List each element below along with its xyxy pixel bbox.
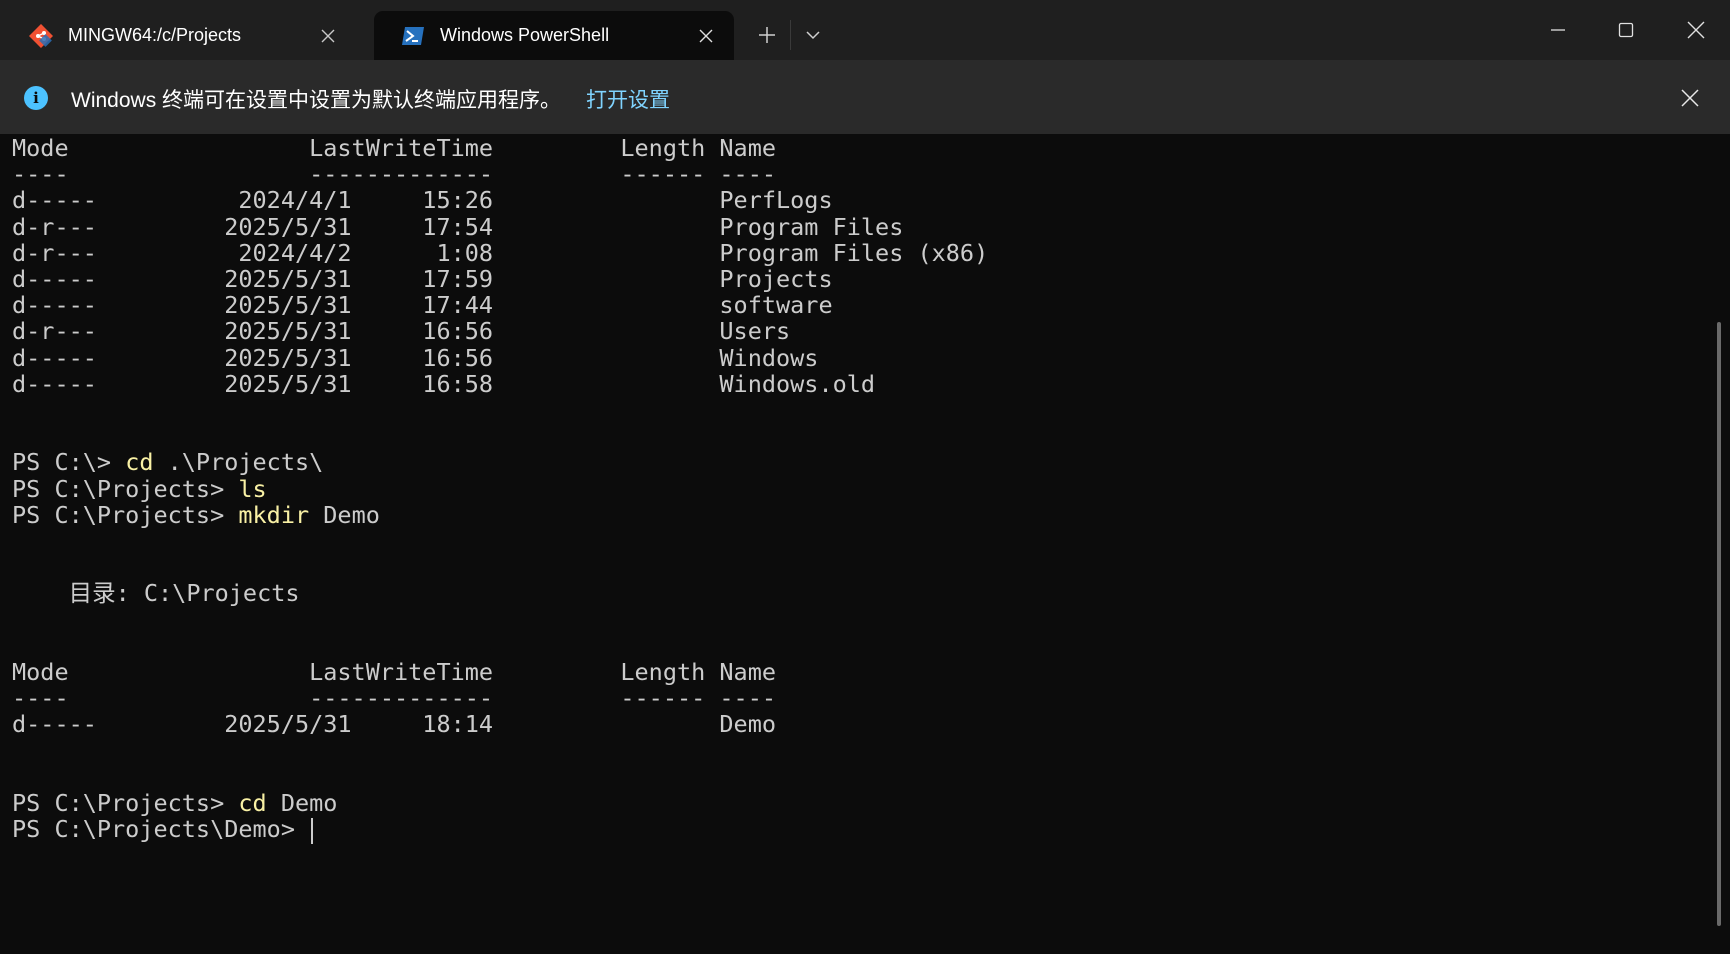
title-bar: MINGW64:/c/Projects Windows PowerShell <box>0 0 1730 61</box>
tab-windows-powershell[interactable]: Windows PowerShell <box>374 11 734 60</box>
terminal-output-line: d-r--- 2025/5/31 16:56 Users <box>12 317 791 346</box>
command: cd <box>125 448 154 477</box>
info-bar: i Windows 终端可在设置中设置为默认终端应用程序。 打开设置 <box>0 60 1730 134</box>
minimize-icon[interactable] <box>1532 8 1584 52</box>
powershell-icon <box>400 23 426 49</box>
close-infobar-icon[interactable] <box>1674 82 1706 114</box>
info-icon: i <box>24 86 48 110</box>
terminal-output-line: d----- 2025/5/31 16:56 Windows <box>12 343 819 372</box>
command-args: Demo <box>266 789 338 817</box>
new-tab-plus-icon[interactable] <box>748 18 786 52</box>
scrollbar[interactable] <box>1717 322 1721 926</box>
prompt: PS C:\Projects> <box>12 500 239 529</box>
text-cursor <box>311 817 314 844</box>
command: cd <box>238 789 267 817</box>
terminal-prompt-line: PS C:\Projects> cd Demo <box>12 789 337 817</box>
prompt: PS C:\Projects> <box>12 789 239 817</box>
maximize-icon[interactable] <box>1600 8 1652 52</box>
prompt: PS C:\> <box>12 448 126 477</box>
command: mkdir <box>238 500 310 529</box>
command-args: Demo <box>309 500 380 529</box>
close-tab-powershell-icon[interactable] <box>692 22 720 50</box>
terminal-output-line: Mode LastWriteTime Length Name <box>12 658 777 686</box>
terminal-output-line: ---- ------------- ------ ---- <box>12 160 777 189</box>
close-window-icon[interactable] <box>1670 8 1722 52</box>
open-settings-link[interactable]: 打开设置 <box>586 84 670 114</box>
terminal-output-line: ---- ------------- ------ ---- <box>12 684 777 713</box>
info-message: Windows 终端可在设置中设置为默认终端应用程序。 <box>71 89 562 112</box>
terminal-output-line: d-r--- 2025/5/31 17:54 Program Files <box>12 212 904 241</box>
terminal-output[interactable]: Mode LastWriteTime Length Name ---- -----… <box>0 134 1715 954</box>
tab-separator <box>790 20 791 50</box>
close-tab-mingw64-icon[interactable] <box>314 22 342 50</box>
command: ls <box>238 474 267 503</box>
terminal-output-line: 目录: C:\Projects <box>12 579 300 608</box>
tab-label: MINGW64:/c/Projects <box>68 25 242 45</box>
tab-label: Windows PowerShell <box>440 25 610 45</box>
command-args: .\Projects\ <box>153 448 324 477</box>
terminal-prompt-line: PS C:\Projects> mkdir Demo <box>12 501 380 529</box>
terminal-prompt-line: PS C:\Projects> ls <box>12 475 267 503</box>
terminal-output-line: d----- 2025/5/31 17:59 Projects <box>12 265 833 293</box>
terminal-output-line: d-r--- 2024/4/2 1:08 Program Files (x86) <box>12 238 989 267</box>
prompt: PS C:\Projects> <box>12 474 239 503</box>
terminal-output-line: d----- 2025/5/31 17:44 software <box>12 291 833 320</box>
terminal-prompt-line: PS C:\Projects\Demo> <box>12 815 314 844</box>
terminal-output-line: d----- 2024/4/1 15:26 PerfLogs <box>12 186 833 215</box>
terminal-output-line: d----- 2025/5/31 18:14 Demo <box>12 710 777 739</box>
terminal-output-line: d----- 2025/5/31 16:58 Windows.old <box>12 369 876 398</box>
tab-mingw64[interactable]: MINGW64:/c/Projects <box>2 11 362 60</box>
terminal-prompt-line: PS C:\> cd .\Projects\ <box>12 448 323 476</box>
chevron-down-icon[interactable] <box>796 18 830 52</box>
git-bash-icon <box>28 23 54 49</box>
prompt: PS C:\Projects\Demo> <box>12 815 310 844</box>
terminal-output-line: Mode LastWriteTime Length Name <box>12 134 777 162</box>
